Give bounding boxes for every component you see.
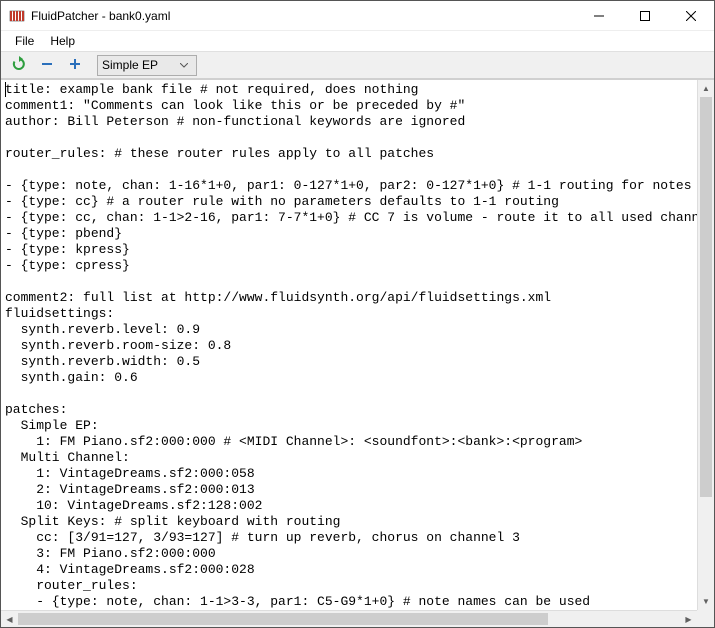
app-icon	[9, 8, 25, 24]
close-button[interactable]	[668, 1, 714, 30]
menu-help[interactable]: Help	[42, 32, 83, 50]
scroll-right-icon[interactable]: ▶	[680, 611, 697, 627]
patch-select-value: Simple EP	[102, 58, 176, 72]
minus-icon	[40, 57, 54, 74]
text-editor[interactable]: title: example bank file # not required,…	[1, 80, 697, 610]
plus-icon	[68, 57, 82, 74]
maximize-button[interactable]	[622, 1, 668, 30]
scroll-down-icon[interactable]: ▼	[698, 593, 714, 610]
patch-select[interactable]: Simple EP	[97, 55, 197, 76]
refresh-icon	[11, 56, 27, 75]
editor-area: title: example bank file # not required,…	[1, 79, 714, 627]
vertical-scroll-thumb[interactable]	[700, 97, 712, 497]
text-cursor	[5, 82, 6, 97]
chevron-down-icon	[176, 63, 192, 68]
toolbar: Simple EP	[1, 51, 714, 79]
refresh-button[interactable]	[7, 54, 31, 76]
vertical-scrollbar[interactable]: ▲ ▼	[697, 80, 714, 610]
window-title: FluidPatcher - bank0.yaml	[31, 9, 576, 23]
plus-button[interactable]	[63, 54, 87, 76]
titlebar: FluidPatcher - bank0.yaml	[1, 1, 714, 31]
horizontal-scrollbar[interactable]: ◀ ▶	[1, 610, 697, 627]
minimize-button[interactable]	[576, 1, 622, 30]
window-controls	[576, 1, 714, 30]
scroll-corner	[697, 610, 714, 627]
menu-file[interactable]: File	[7, 32, 42, 50]
horizontal-scroll-thumb[interactable]	[18, 613, 548, 625]
scroll-up-icon[interactable]: ▲	[698, 80, 714, 97]
scroll-left-icon[interactable]: ◀	[1, 611, 18, 627]
minus-button[interactable]	[35, 54, 59, 76]
menubar: File Help	[1, 31, 714, 51]
